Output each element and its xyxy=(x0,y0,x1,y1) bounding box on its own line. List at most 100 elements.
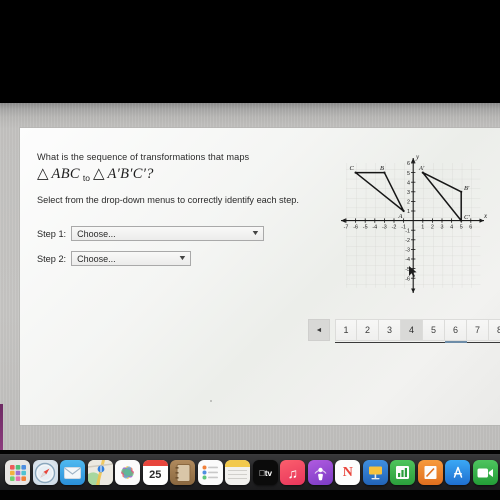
vertex-label-a-prime: A' xyxy=(418,165,425,172)
vertex-label-c-prime: C' xyxy=(464,214,470,221)
connector-word: to xyxy=(82,172,90,183)
maps-icon xyxy=(87,460,113,485)
macos-dock: 25 tv ♫ N xyxy=(0,450,500,500)
pagination-page-8[interactable]: 8 xyxy=(489,319,500,341)
left-arrow-icon: ◄ xyxy=(315,326,323,334)
dust-speck xyxy=(210,400,212,402)
photos-icon xyxy=(115,460,141,485)
svg-text:1: 1 xyxy=(421,225,424,231)
facetime-icon xyxy=(472,460,498,485)
dock-item-apple-tv[interactable]: tv xyxy=(252,456,280,490)
podcasts-icon xyxy=(307,460,333,485)
vertex-label-b: B xyxy=(380,165,384,172)
triangle-abc-label: ABC xyxy=(51,166,80,182)
question-card: What is the sequence of transformations … xyxy=(20,128,500,425)
dock-item-facetime[interactable] xyxy=(472,456,500,490)
dock-item-launchpad[interactable] xyxy=(4,456,32,490)
svg-text:1: 1 xyxy=(407,209,410,215)
pagination-page-2[interactable]: 2 xyxy=(357,319,379,341)
triangle-symbol-1: △ xyxy=(37,166,49,182)
dock-item-music[interactable]: ♫ xyxy=(279,456,307,490)
pagination-page-5[interactable]: 5 xyxy=(423,319,445,341)
dock-item-calendar[interactable]: 25 xyxy=(142,456,170,490)
vertex-a xyxy=(402,209,405,213)
dock-item-photos[interactable] xyxy=(114,456,142,490)
svg-text:-3: -3 xyxy=(405,248,410,254)
launchpad-icon xyxy=(5,460,31,485)
x-axis-label: x xyxy=(483,212,488,220)
step-2-label: Step 2: xyxy=(37,253,67,264)
news-letter-glyph: N xyxy=(342,464,353,480)
calendar-icon: 25 xyxy=(142,460,168,485)
svg-text:5: 5 xyxy=(460,225,463,231)
question-line-1: What is the sequence of transformations … xyxy=(37,152,250,162)
vertex-label-c: C xyxy=(350,165,355,172)
dock-item-podcasts[interactable] xyxy=(307,456,335,490)
music-icon: ♫ xyxy=(280,460,306,485)
pagination-page-6[interactable]: 6 xyxy=(445,319,467,341)
music-note-glyph: ♫ xyxy=(287,464,299,481)
pagination-underline-right xyxy=(467,341,500,343)
svg-text:4: 4 xyxy=(407,180,410,186)
svg-text:2: 2 xyxy=(431,225,434,231)
x-axis-arrow-neg xyxy=(341,218,346,223)
reminders-icon xyxy=(197,460,223,485)
svg-text:-6: -6 xyxy=(405,276,410,282)
pagination-page-7[interactable]: 7 xyxy=(467,319,489,341)
vertex-c xyxy=(354,171,357,174)
triangle-symbol-2: △ xyxy=(92,166,105,182)
svg-text:-1: -1 xyxy=(405,228,410,234)
vertex-label-a: A xyxy=(398,213,403,220)
step-2-row: Step 2: Choose... ▼ xyxy=(37,251,192,266)
chevron-down-icon: ▼ xyxy=(250,230,261,237)
vertex-label-b-prime: B' xyxy=(464,185,470,192)
svg-text:-2: -2 xyxy=(392,225,397,231)
svg-text:-4: -4 xyxy=(372,225,377,231)
vertex-c-prime xyxy=(460,219,463,222)
screen-top-black-area xyxy=(0,0,500,103)
dock-item-maps[interactable] xyxy=(87,456,115,490)
step-1-row: Step 1: Choose... ▼ xyxy=(37,226,265,241)
question-instruction: Select from the drop-down menus to corre… xyxy=(37,195,299,205)
triangle-a-prime-label: A′B′C′? xyxy=(107,166,154,182)
pagination-page-4[interactable]: 4 xyxy=(401,319,423,341)
contacts-icon xyxy=(170,460,196,485)
svg-text:5: 5 xyxy=(407,171,410,177)
dock-item-pages[interactable] xyxy=(417,456,445,490)
pagination-page-3[interactable]: 3 xyxy=(379,319,401,341)
svg-text:3: 3 xyxy=(441,225,444,231)
dock-item-app-store[interactable] xyxy=(444,456,472,490)
dock-item-notes[interactable] xyxy=(224,456,252,490)
svg-text:6: 6 xyxy=(469,225,472,231)
coordinate-plane-graph: y x -7 -6 -5 -4 -3 -2 -1 1 2 3 4 5 6 6 5… xyxy=(337,150,489,298)
pagination-page-1[interactable]: 1 xyxy=(335,319,357,341)
question-line-2: △ ABC to △ A′B′C′? xyxy=(37,166,154,183)
numbers-icon xyxy=(390,460,416,485)
chevron-down-icon: ▼ xyxy=(177,255,188,262)
svg-text:-3: -3 xyxy=(382,225,387,231)
calendar-date-number: 25 xyxy=(149,469,162,481)
dock-item-news[interactable]: N xyxy=(334,456,362,490)
dock-item-keynote[interactable] xyxy=(362,456,390,490)
apple-tv-label: tv xyxy=(261,467,272,478)
svg-text:6: 6 xyxy=(407,161,410,167)
notes-icon xyxy=(225,460,251,485)
step-1-dropdown-value: Choose... xyxy=(77,228,116,239)
dock-item-numbers[interactable] xyxy=(389,456,417,490)
svg-text:-6: -6 xyxy=(353,225,358,231)
news-icon: N xyxy=(335,460,361,485)
step-1-dropdown[interactable]: Choose... ▼ xyxy=(71,226,265,241)
step-2-dropdown[interactable]: Choose... ▼ xyxy=(71,251,192,266)
svg-text:-5: -5 xyxy=(363,225,368,231)
dock-item-contacts[interactable] xyxy=(169,456,197,490)
dock-item-mail[interactable] xyxy=(59,456,87,490)
pagination-underline-active xyxy=(445,341,467,343)
pagination-prev-button[interactable]: ◄ xyxy=(308,319,330,341)
laptop-photo: What is the sequence of transformations … xyxy=(0,0,500,500)
svg-text:-2: -2 xyxy=(405,238,410,244)
dock-bar: 25 tv ♫ N xyxy=(0,454,500,490)
apple-tv-icon: tv xyxy=(252,460,278,485)
dock-item-reminders[interactable] xyxy=(197,456,225,490)
vertex-b-prime xyxy=(460,190,463,193)
dock-item-safari[interactable] xyxy=(32,456,60,490)
